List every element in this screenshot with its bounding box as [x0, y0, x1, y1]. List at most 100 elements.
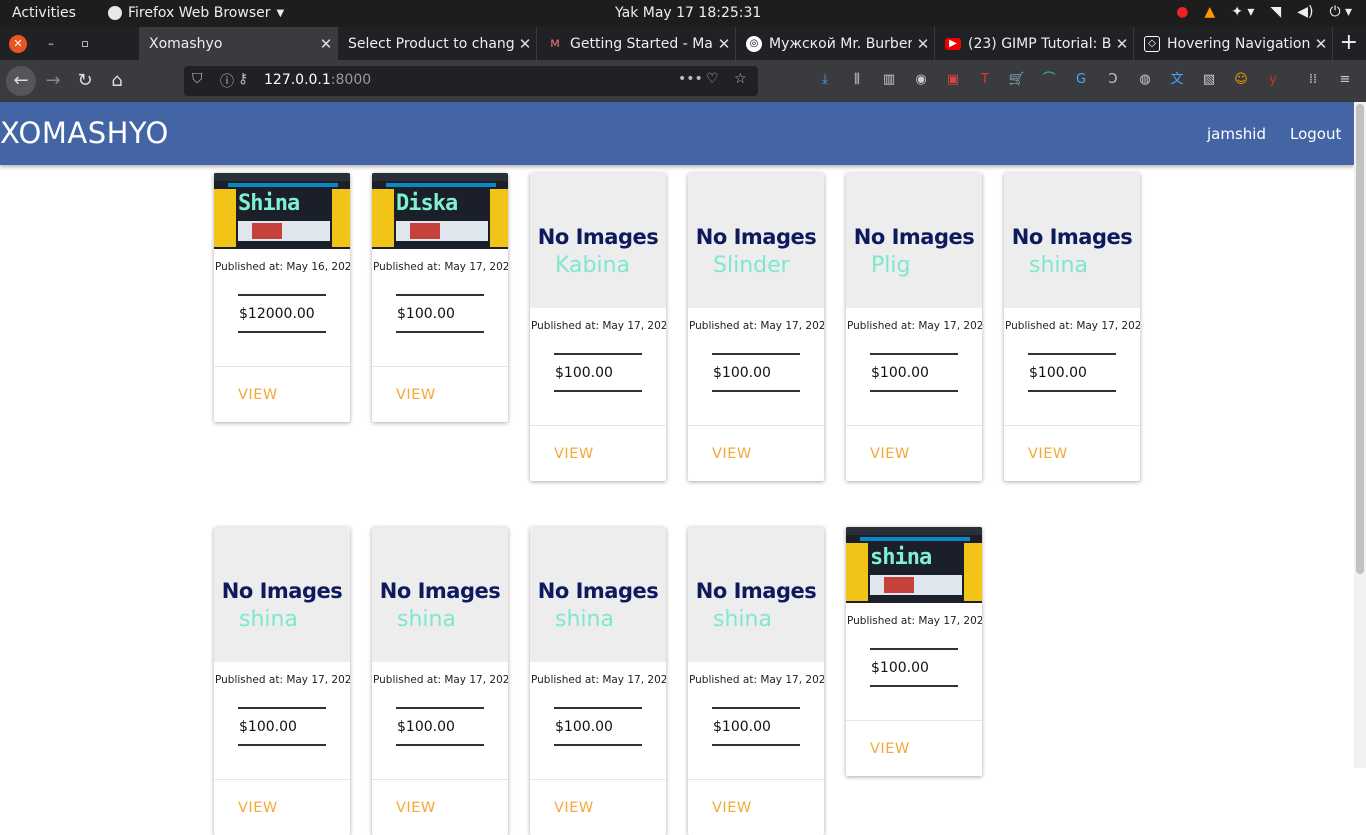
app-menu[interactable]: Firefox Web Browser ▼ — [108, 5, 284, 21]
close-icon[interactable]: ✕ — [1310, 35, 1332, 53]
close-icon[interactable]: ✕ — [912, 35, 934, 53]
url-text[interactable]: 127.0.0.1:8000 — [264, 72, 371, 88]
translate-icon[interactable]: G — [1072, 71, 1090, 89]
product-image-placeholder[interactable]: No Images shina — [530, 527, 666, 662]
tab-title: Hovering Navigation — [1167, 35, 1310, 52]
view-button[interactable]: VIEW — [688, 426, 824, 481]
tab-title: Select Product to chang — [348, 35, 514, 52]
extension-icon[interactable]: ▧ — [1200, 71, 1218, 89]
product-image-placeholder[interactable]: No Images shina — [214, 527, 350, 662]
extensions-grid-icon[interactable]: ⁞⁞ — [1304, 71, 1322, 89]
extension-icon[interactable]: ▣ — [944, 71, 962, 89]
view-button[interactable]: VIEW — [214, 367, 350, 422]
product-image-placeholder[interactable]: No Images Plig — [846, 173, 982, 308]
product-image[interactable]: Diska — [372, 173, 508, 249]
view-button[interactable]: VIEW — [530, 426, 666, 481]
site-brand-link[interactable]: XOMASHYO — [0, 116, 169, 150]
logout-link[interactable]: Logout — [1290, 125, 1341, 143]
close-icon[interactable]: ✕ — [713, 35, 735, 53]
url-port: :8000 — [330, 72, 372, 88]
library-icon[interactable]: ⫼ — [848, 71, 866, 89]
product-price: $100.00 — [239, 719, 297, 735]
cart-icon[interactable]: 🛒 — [1008, 71, 1026, 89]
extension-icon[interactable]: ◉ — [912, 71, 930, 89]
scrollbar-thumb[interactable] — [1356, 104, 1364, 574]
hamburger-menu-icon[interactable]: ≡ — [1336, 71, 1354, 89]
published-date: Published at: May 17, 2020 — [215, 674, 350, 686]
no-images-label: No Images — [1011, 225, 1133, 249]
key-icon[interactable]: ⚷ — [238, 71, 248, 87]
page-scrollbar[interactable] — [1354, 102, 1366, 768]
power-icon[interactable]: ⏻ ▾ — [1329, 4, 1352, 20]
activities-button[interactable]: Activities — [12, 5, 76, 21]
product-image-placeholder[interactable]: No Images shina — [372, 527, 508, 662]
tab-getting-started[interactable]: ᴍ Getting Started - Mat ✕ — [537, 27, 736, 60]
minimize-window-icon[interactable]: – — [42, 35, 60, 53]
shield-icon[interactable]: ⛉ — [192, 71, 203, 87]
bookmark-star-icon[interactable]: ☆ — [734, 71, 747, 87]
tab-hovering-navigation[interactable]: ◇ Hovering Navigation ✕ — [1134, 27, 1333, 60]
product-image[interactable]: shina — [846, 527, 982, 603]
price-block: $100.00 — [396, 294, 484, 333]
tab-select-product[interactable]: Select Product to chang ✕ — [338, 27, 537, 60]
close-window-icon[interactable]: ✕ — [9, 35, 27, 53]
tab-xomashyo[interactable]: Xomashyo ✕ — [139, 27, 338, 60]
close-icon[interactable]: ✕ — [315, 35, 337, 53]
record-indicator-icon[interactable]: ● — [1176, 4, 1188, 20]
extension-icon[interactable]: Ͻ — [1104, 71, 1122, 89]
extension-icon[interactable]: ⌒ — [1040, 71, 1058, 89]
system-tray[interactable]: ● ▲ ✦ ▾ ◥ ◀) ⏻ ▾ — [1176, 4, 1352, 20]
youtube-icon: ▶ — [945, 37, 961, 50]
published-date: Published at: May 17, 2020 — [1005, 320, 1140, 332]
url-bar[interactable]: ⛉ ⓘ ⚷ 127.0.0.1:8000 ••• ♡ ☆ — [184, 66, 758, 96]
product-image[interactable]: Shina — [214, 173, 350, 249]
reload-icon[interactable]: ↻ — [72, 68, 98, 94]
globe-icon[interactable]: ◍ — [1136, 71, 1154, 89]
back-arrow-icon[interactable]: ← — [6, 66, 36, 96]
price-block: $12000.00 — [238, 294, 326, 333]
extension-icon[interactable]: T — [976, 71, 994, 89]
no-images-label: No Images — [537, 579, 659, 603]
clock[interactable]: Yak May 17 18:25:31 — [615, 5, 761, 21]
view-button[interactable]: VIEW — [1004, 426, 1140, 481]
close-icon[interactable]: ✕ — [514, 35, 536, 53]
product-image-placeholder[interactable]: No Images Kabina — [530, 173, 666, 308]
product-image-placeholder[interactable]: No Images Slinder — [688, 173, 824, 308]
pocket-icon[interactable]: ♡ — [706, 71, 719, 87]
extension-icon[interactable]: ☺ — [1232, 71, 1250, 89]
tab-title: (23) GIMP Tutorial: B — [968, 35, 1111, 52]
view-button[interactable]: VIEW — [846, 426, 982, 481]
accessibility-icon[interactable]: ✦ ▾ — [1231, 4, 1254, 20]
view-button[interactable]: VIEW — [214, 780, 350, 835]
view-button[interactable]: VIEW — [372, 780, 508, 835]
extension-icon[interactable]: y — [1264, 71, 1282, 89]
product-name: shina — [1029, 253, 1088, 278]
view-button[interactable]: VIEW — [530, 780, 666, 835]
price-block: $100.00 — [554, 707, 642, 746]
product-name: shina — [239, 607, 298, 632]
product-image-placeholder[interactable]: No Images shina — [688, 527, 824, 662]
view-button[interactable]: VIEW — [688, 780, 824, 835]
new-tab-icon[interactable]: + — [1340, 30, 1358, 55]
tab-mr-burber[interactable]: ◎ Мужской Mr. Burber ✕ — [736, 27, 935, 60]
sidebar-icon[interactable]: ▥ — [880, 71, 898, 89]
info-icon[interactable]: ⓘ — [220, 71, 234, 91]
wifi-icon[interactable]: ◥ — [1270, 4, 1281, 20]
price-block: $100.00 — [712, 707, 800, 746]
tab-gimp-tutorial[interactable]: ▶ (23) GIMP Tutorial: B ✕ — [935, 27, 1134, 60]
maximize-window-icon[interactable]: ▫ — [76, 35, 94, 53]
home-icon[interactable]: ⌂ — [104, 68, 130, 94]
vlc-icon[interactable]: ▲ — [1204, 4, 1215, 20]
user-link[interactable]: jamshid — [1207, 125, 1266, 143]
translate-icon[interactable]: 文 — [1168, 71, 1186, 89]
close-icon[interactable]: ✕ — [1111, 35, 1133, 53]
download-icon[interactable]: ⤓ — [816, 71, 834, 89]
volume-icon[interactable]: ◀) — [1297, 4, 1313, 20]
forward-arrow-icon[interactable]: → — [40, 68, 66, 94]
view-button[interactable]: VIEW — [372, 367, 508, 422]
product-price: $100.00 — [713, 719, 771, 735]
product-card: No Images shina Published at: May 17, 20… — [530, 527, 666, 835]
page-actions-icon[interactable]: ••• — [678, 71, 703, 87]
product-image-placeholder[interactable]: No Images shina — [1004, 173, 1140, 308]
system-top-bar: Activities Firefox Web Browser ▼ Yak May… — [0, 0, 1366, 27]
